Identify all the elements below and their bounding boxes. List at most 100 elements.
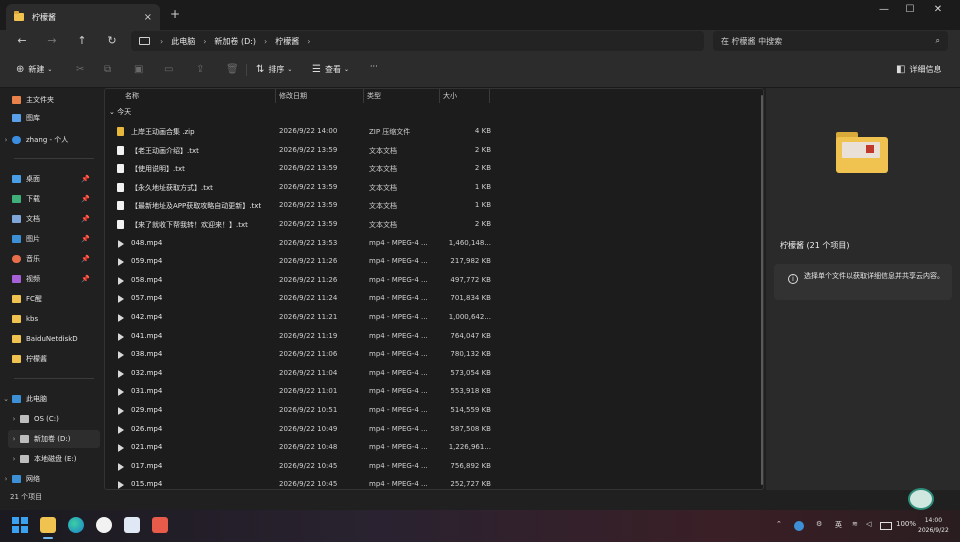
chevron-right-icon[interactable]: ›: [8, 415, 20, 423]
file-row[interactable]: 017.mp4 2026/9/22 10:45 mp4 - MPEG-4 ... 75…: [109, 458, 509, 476]
chevron-right-icon[interactable]: ›: [8, 455, 20, 463]
sidebar-item-drive-e[interactable]: › 本地磁盘 (E:): [8, 450, 108, 468]
file-row[interactable]: 021.mp4 2026/9/22 10:48 mp4 - MPEG-4 ... 1,…: [109, 439, 509, 457]
breadcrumb-folder[interactable]: 柠檬酱: [275, 36, 299, 47]
sidebar-item-gallery[interactable]: 图库: [0, 109, 100, 127]
column-divider[interactable]: [363, 89, 364, 103]
address-bar[interactable]: › 此电脑 › 新加卷 (D:) › 柠檬酱 ›: [131, 31, 704, 51]
column-divider[interactable]: [439, 89, 440, 103]
file-row[interactable]: 【老王动画介绍】.txt 2026/9/22 13:59 文本文档 2 KB: [109, 142, 509, 160]
edge-browser-icon[interactable]: [68, 517, 84, 533]
column-divider[interactable]: [275, 89, 276, 103]
sort-button[interactable]: ⇅ 排序 ⌄: [256, 64, 292, 75]
file-row[interactable]: 015.mp4 2026/9/22 10:45 mp4 - MPEG-4 ... 25…: [109, 476, 509, 494]
forward-button[interactable]: →: [44, 34, 60, 47]
share-button[interactable]: ⇪: [196, 64, 208, 75]
chevron-up-icon[interactable]: ⌃: [776, 520, 782, 528]
sidebar-item-network[interactable]: › 网络: [0, 470, 100, 488]
close-tab-button[interactable]: ×: [144, 12, 152, 23]
file-row[interactable]: 057.mp4 2026/9/22 11:24 mp4 - MPEG-4 ... 70…: [109, 290, 509, 308]
file-row[interactable]: 【使用说明】.txt 2026/9/22 13:59 文本文档 2 KB: [109, 160, 509, 178]
file-row[interactable]: 048.mp4 2026/9/22 13:53 mp4 - MPEG-4 ... 1,…: [109, 235, 509, 253]
sidebar-item-home[interactable]: 主文件夹: [0, 91, 100, 109]
sidebar-item-videos[interactable]: 视频 📌: [0, 270, 100, 288]
sidebar-item-drive-c[interactable]: › OS (C:): [8, 410, 108, 428]
copy-button[interactable]: ⧉: [104, 64, 115, 75]
app-icon[interactable]: [124, 517, 140, 533]
file-list: 名称 修改日期 类型 大小 ⌄ 今天 上岸王动画合集 .zip 2026/9/22…: [104, 88, 764, 490]
sidebar-item-downloads[interactable]: 下载 📌: [0, 190, 100, 208]
file-row[interactable]: 059.mp4 2026/9/22 11:26 mp4 - MPEG-4 ... 21…: [109, 253, 509, 271]
column-header-size[interactable]: 大小: [443, 91, 457, 101]
rename-icon: ▭: [164, 64, 174, 75]
sidebar-item-kbs[interactable]: kbs: [0, 310, 100, 328]
file-row[interactable]: 上岸王动画合集 .zip 2026/9/22 14:00 ZIP 压缩文件 4 KB: [109, 123, 509, 141]
chevron-down-icon[interactable]: ⌄: [0, 395, 12, 403]
breadcrumb-drive-d[interactable]: 新加卷 (D:): [214, 36, 256, 47]
file-row[interactable]: 029.mp4 2026/9/22 10:51 mp4 - MPEG-4 ... 51…: [109, 402, 509, 420]
file-row[interactable]: 026.mp4 2026/9/22 10:49 mp4 - MPEG-4 ... 58…: [109, 421, 509, 439]
new-tab-button[interactable]: +: [170, 7, 180, 21]
qq-icon[interactable]: [96, 517, 112, 533]
chevron-right-icon[interactable]: ›: [0, 475, 12, 483]
maximize-button[interactable]: ☐: [900, 4, 920, 15]
sidebar-item-fc[interactable]: FC醒: [0, 290, 100, 308]
onedrive-tray-icon[interactable]: [794, 521, 804, 531]
search-placeholder: 在 柠檬酱 中搜索: [721, 36, 783, 46]
paste-button[interactable]: ▣: [134, 64, 147, 75]
chevron-right-icon[interactable]: ›: [0, 136, 12, 144]
column-header-name[interactable]: 名称: [125, 91, 139, 101]
sidebar-item-this-pc[interactable]: ⌄ 此电脑: [0, 390, 100, 408]
ime-indicator[interactable]: 英: [835, 520, 842, 530]
view-button[interactable]: ☰ 查看 ⌄: [312, 64, 349, 75]
windows-start-icon[interactable]: [12, 517, 28, 533]
details-pane-button[interactable]: ◧ 详细信息: [896, 64, 941, 75]
sidebar-item-music[interactable]: 音乐 📌: [0, 250, 100, 268]
file-row[interactable]: 058.mp4 2026/9/22 11:26 mp4 - MPEG-4 ... 49…: [109, 272, 509, 290]
group-header-today[interactable]: ⌄ 今天: [109, 107, 131, 117]
file-row[interactable]: 031.mp4 2026/9/22 11:01 mp4 - MPEG-4 ... 55…: [109, 383, 509, 401]
delete-button[interactable]: 🗑: [226, 64, 243, 75]
file-row[interactable]: 【永久地址获取方式】.txt 2026/9/22 13:59 文本文档 1 KB: [109, 179, 509, 197]
sidebar-item-desktop[interactable]: 桌面 📌: [0, 170, 100, 188]
sidebar-item-baidunetdisk[interactable]: BaiduNetdiskD: [0, 330, 100, 348]
rename-button[interactable]: ▭: [164, 64, 177, 75]
file-row[interactable]: 041.mp4 2026/9/22 11:19 mp4 - MPEG-4 ... 76…: [109, 328, 509, 346]
sidebar-item-pictures[interactable]: 图片 📌: [0, 230, 100, 248]
search-input[interactable]: 在 柠檬酱 中搜索 ⌕: [713, 31, 948, 51]
file-row[interactable]: 【最新地址及APP获取攻略自动更新】.txt 2026/9/22 13:59 文本文…: [109, 197, 509, 215]
new-button[interactable]: ⊕ 新建 ⌄: [16, 64, 52, 75]
sidebar-item-onedrive[interactable]: › zhang - 个人: [0, 131, 100, 149]
close-window-button[interactable]: ✕: [928, 4, 948, 15]
sidebar-item-drive-d[interactable]: › 新加卷 (D:): [8, 430, 100, 448]
vertical-scrollbar[interactable]: [761, 95, 763, 485]
group-label: 今天: [117, 108, 132, 116]
chevron-right-icon: ›: [203, 36, 207, 46]
file-explorer-icon[interactable]: [40, 517, 56, 539]
refresh-button[interactable]: ↻: [104, 34, 120, 47]
file-row[interactable]: 032.mp4 2026/9/22 11:04 mp4 - MPEG-4 ... 57…: [109, 365, 509, 383]
battery-icon[interactable]: [880, 522, 892, 530]
minimize-button[interactable]: —: [874, 4, 894, 15]
app-tray-icon[interactable]: ⚙: [816, 520, 822, 528]
back-button[interactable]: ←: [14, 34, 30, 47]
speaker-icon[interactable]: ◁: [866, 520, 871, 528]
tab-current[interactable]: 柠檬酱 ×: [6, 4, 160, 30]
column-header-date[interactable]: 修改日期: [279, 91, 307, 101]
cut-button[interactable]: ✂: [76, 64, 88, 75]
wifi-icon[interactable]: ≋: [852, 520, 858, 528]
file-row[interactable]: 038.mp4 2026/9/22 11:06 mp4 - MPEG-4 ... 78…: [109, 346, 509, 364]
up-button[interactable]: ↑: [74, 34, 90, 47]
file-row[interactable]: 042.mp4 2026/9/22 11:21 mp4 - MPEG-4 ... 1,…: [109, 309, 509, 327]
chevron-right-icon[interactable]: ›: [8, 435, 20, 443]
clock[interactable]: 14:00 2026/9/22: [918, 516, 949, 536]
sidebar-item-current-folder[interactable]: 柠檬酱: [0, 350, 100, 368]
sidebar-item-documents[interactable]: 文档 📌: [0, 210, 100, 228]
column-divider[interactable]: [489, 89, 490, 103]
breadcrumb-this-pc[interactable]: 此电脑: [171, 36, 195, 47]
app-icon[interactable]: [152, 517, 168, 533]
column-header-type[interactable]: 类型: [367, 91, 381, 101]
file-row[interactable]: 【来了就收下帮我转！欢迎来！】.txt 2026/9/22 13:59 文本文档 2 …: [109, 216, 509, 234]
music-icon: [12, 255, 21, 263]
more-button[interactable]: ···: [370, 62, 378, 71]
